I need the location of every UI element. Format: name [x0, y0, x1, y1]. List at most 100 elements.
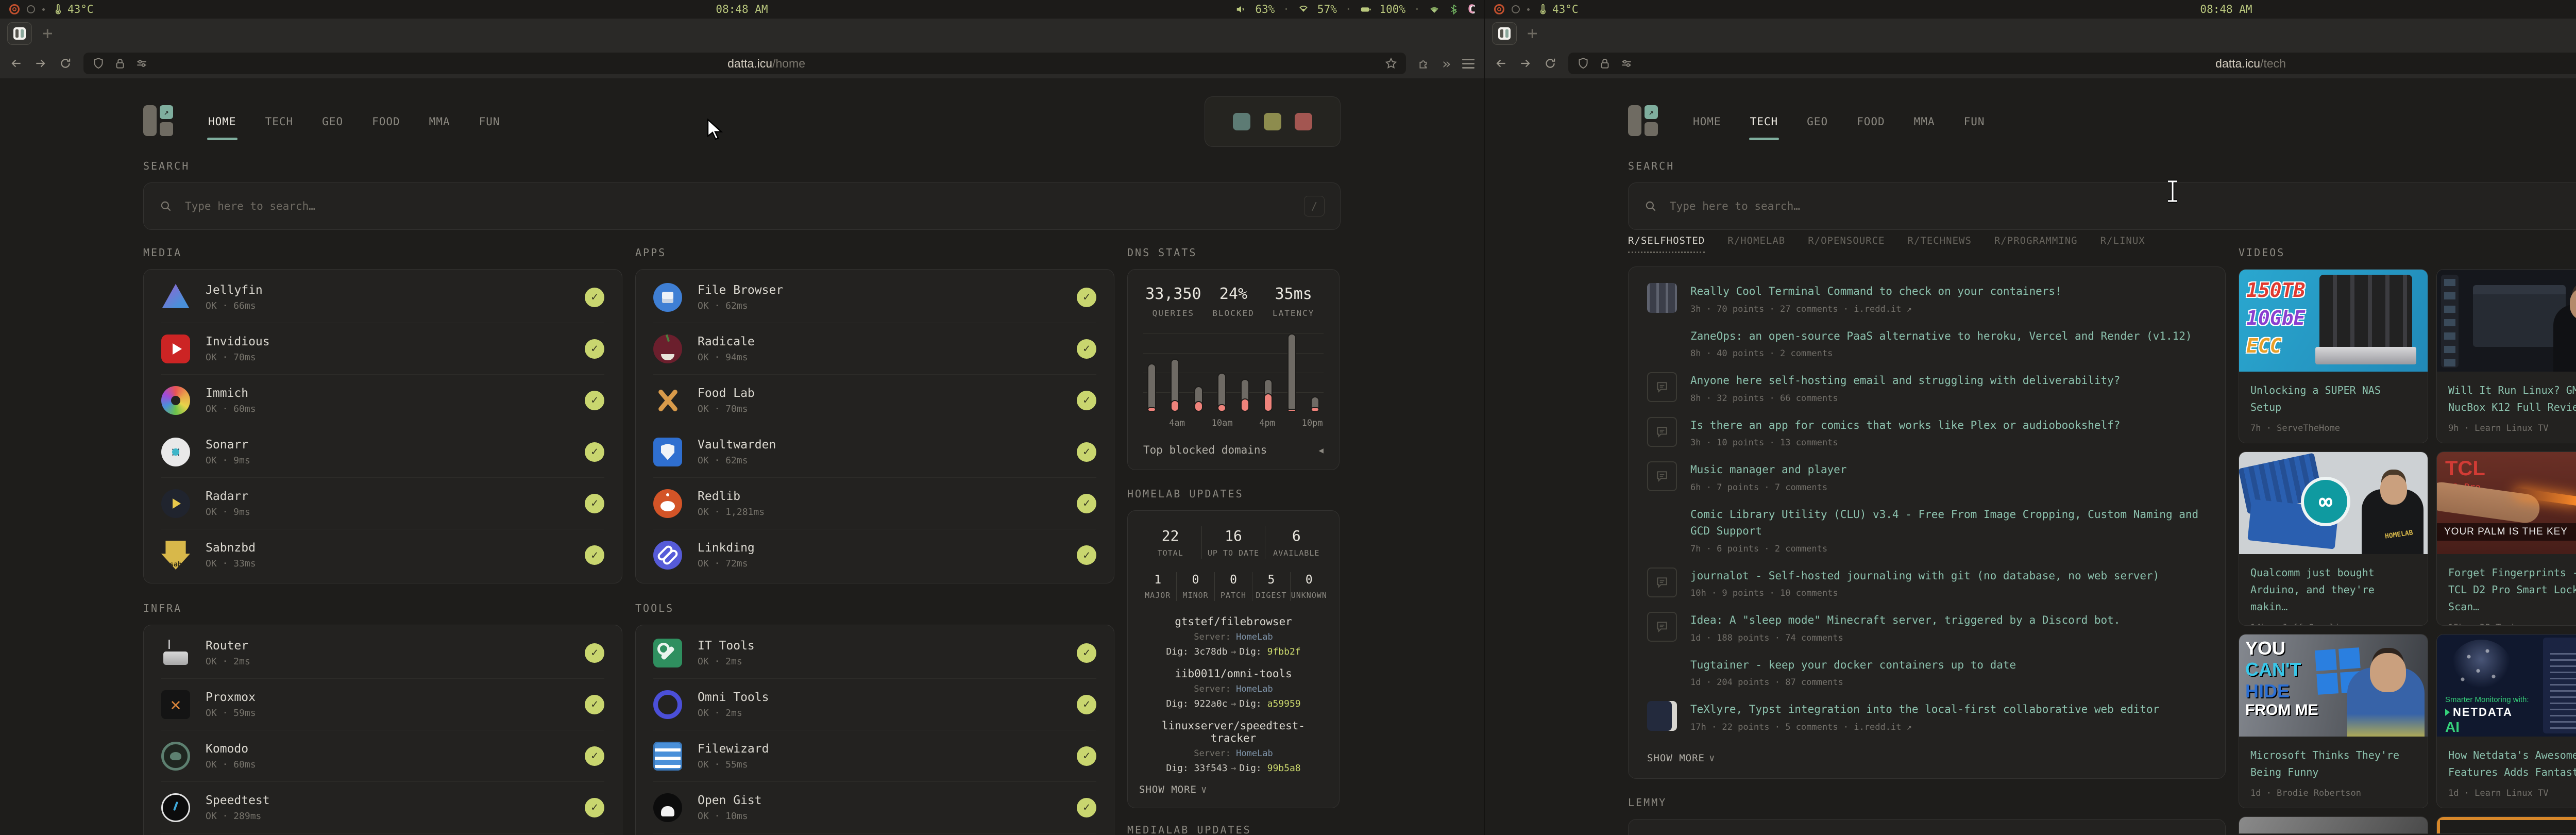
- extensions-puzzle-icon[interactable]: [1417, 57, 1431, 70]
- service-row-radarr[interactable]: RadarrOK · 9ms: [161, 478, 604, 529]
- forward-button[interactable]: [1519, 57, 1532, 70]
- service-row-sonarr[interactable]: SonarrOK · 9ms: [161, 426, 604, 478]
- service-row-omnitools[interactable]: Omni ToolsOK · 2ms: [653, 679, 1096, 730]
- permissions-sliders-icon[interactable]: [135, 57, 148, 70]
- tab-mma[interactable]: MMA: [1913, 110, 1936, 133]
- tab-home[interactable]: HOME: [1692, 110, 1722, 133]
- feed-post[interactable]: Is there an app for comics that works li…: [1647, 410, 2207, 455]
- forward-button[interactable]: [34, 57, 47, 70]
- lock-icon[interactable]: [113, 57, 127, 70]
- top-blocked-domains-toggle[interactable]: Top blocked domains ◀: [1143, 444, 1324, 456]
- reload-button[interactable]: [59, 57, 72, 70]
- feed-tab-homelab[interactable]: R/HOMELAB: [1727, 235, 1785, 253]
- post-title[interactable]: Comic Library Utility (CLU) v3.4 - Free …: [1690, 506, 2207, 540]
- video-title[interactable]: Qualcomm just bought Arduino, and they'r…: [2250, 564, 2416, 615]
- address-bar[interactable]: datta.icu/home: [83, 53, 1406, 74]
- site-logo[interactable]: ↗: [143, 105, 176, 138]
- service-row-radicale[interactable]: RadicaleOK · 94ms: [653, 323, 1096, 375]
- menu-button[interactable]: [1462, 59, 1475, 69]
- post-title[interactable]: Anyone here self-hosting email and strug…: [1690, 372, 2207, 389]
- feed-post[interactable]: Comic Library Utility (CLU) v3.4 - Free …: [1647, 499, 2207, 561]
- post-title[interactable]: Music manager and player: [1690, 461, 2207, 478]
- tab-tech[interactable]: TECH: [264, 110, 295, 133]
- feed-post[interactable]: Idea: A "sleep mode" Minecraft server, t…: [1647, 605, 2207, 650]
- video-card[interactable]: 150TB 10GbE ECC Unlocking a SUPER NAS Se…: [2239, 269, 2428, 443]
- feed-tab-programming[interactable]: R/PROGRAMMING: [1994, 235, 2078, 253]
- video-card-partial[interactable]: [2239, 816, 2428, 834]
- service-row-foodlab[interactable]: Food LabOK · 70ms: [653, 375, 1096, 426]
- post-title[interactable]: Is there an app for comics that works li…: [1690, 417, 2207, 434]
- feed-post[interactable]: Really Cool Terminal Command to check on…: [1647, 276, 2207, 321]
- new-tab-button[interactable]: +: [42, 25, 53, 42]
- feed-tab-selfhosted[interactable]: R/SELFHOSTED: [1628, 235, 1705, 253]
- service-row-vaultwarden[interactable]: VaultwardenOK · 62ms: [653, 426, 1096, 478]
- video-title[interactable]: How Netdata's Awesome AI Features Adds F…: [2448, 747, 2576, 781]
- video-title[interactable]: Will It Run Linux? GMKTec NucBox K12 Ful…: [2448, 382, 2576, 416]
- feed-post[interactable]: Anyone here self-hosting email and strug…: [1647, 365, 2207, 410]
- tab-home[interactable]: HOME: [207, 110, 238, 133]
- video-card[interactable]: YOU CAN'T HIDE FROM ME Microsoft Thinks …: [2239, 634, 2428, 808]
- back-button[interactable]: [9, 57, 23, 70]
- feed-post[interactable]: ZaneOps: an open-source PaaS alternative…: [1647, 321, 2207, 366]
- service-row-invidious[interactable]: InvidiousOK · 70ms: [161, 323, 604, 375]
- new-tab-button[interactable]: +: [1527, 25, 1537, 42]
- bookmark-star-icon[interactable]: [1384, 57, 1398, 70]
- search-box[interactable]: /: [143, 182, 1341, 230]
- feed-post[interactable]: TeXlyre, Typst integration into the loca…: [1647, 694, 2207, 739]
- shield-icon[interactable]: [92, 57, 105, 70]
- video-card-partial[interactable]: [2436, 816, 2576, 834]
- post-title[interactable]: Really Cool Terminal Command to check on…: [1690, 283, 2207, 300]
- video-card[interactable]: Smarter Monitoring with: NETDATA AI How …: [2436, 634, 2576, 808]
- homelab-show-more-button[interactable]: SHOW MORE∨: [1139, 784, 1328, 795]
- site-logo[interactable]: ↗: [1628, 105, 1661, 138]
- service-row-immich[interactable]: ImmichOK · 60ms: [161, 375, 604, 426]
- overflow-chevrons-icon[interactable]: »: [1442, 55, 1451, 72]
- video-title[interactable]: Forget Fingerprints - The TCL D2 Pro Sma…: [2448, 564, 2576, 615]
- tab-tech[interactable]: TECH: [1749, 110, 1780, 133]
- browser-tab[interactable]: [1492, 22, 1517, 45]
- post-title[interactable]: journalot - Self-hosted journaling with …: [1690, 567, 2207, 584]
- permissions-sliders-icon[interactable]: [1620, 57, 1633, 70]
- feed-post[interactable]: Tugtainer - keep your docker containers …: [1647, 650, 2207, 695]
- feed-tab-linux[interactable]: R/LINUX: [2100, 235, 2145, 253]
- post-title[interactable]: Idea: A "sleep mode" Minecraft server, t…: [1690, 612, 2207, 629]
- service-row-opengist[interactable]: Open GistOK · 10ms: [653, 782, 1096, 833]
- video-title[interactable]: Microsoft Thinks They're Being Funny: [2250, 747, 2416, 781]
- post-title[interactable]: TeXlyre, Typst integration into the loca…: [1690, 701, 2207, 718]
- service-row-router[interactable]: RouterOK · 2ms: [161, 627, 604, 679]
- browser-tab[interactable]: [7, 22, 32, 45]
- service-row-sabnzbd[interactable]: SabnzbdOK · 33ms: [161, 529, 604, 581]
- service-row-linkding[interactable]: LinkdingOK · 72ms: [653, 529, 1096, 581]
- tab-mma[interactable]: MMA: [428, 110, 451, 133]
- video-card[interactable]: ∞ HOMELAB Qualcomm just bought Arduino, …: [2239, 452, 2428, 626]
- search-input[interactable]: [1670, 200, 2576, 212]
- feed-show-more-button[interactable]: SHOW MORE∨: [1647, 739, 2207, 768]
- tab-fun[interactable]: FUN: [478, 110, 501, 133]
- search-input[interactable]: [185, 200, 1292, 212]
- video-card[interactable]: Will It Run Linux? GMKTec NucBox K12 Ful…: [2436, 269, 2576, 443]
- tab-food[interactable]: FOOD: [371, 110, 401, 133]
- tab-food[interactable]: FOOD: [1856, 110, 1886, 133]
- tab-geo[interactable]: GEO: [321, 110, 344, 133]
- feed-post[interactable]: Music manager and player6h · 7 points · …: [1647, 455, 2207, 499]
- feed-tab-technews[interactable]: R/TECHNEWS: [1908, 235, 1972, 253]
- service-row-komodo[interactable]: KomodoOK · 60ms: [161, 730, 604, 782]
- feed-tab-opensource[interactable]: R/OPENSOURCE: [1808, 235, 1885, 253]
- video-card[interactable]: TCL D2 Pro YOUR PALM IS THE KEY Forget F…: [2436, 452, 2576, 626]
- search-box[interactable]: /: [1628, 182, 2576, 230]
- tab-geo[interactable]: GEO: [1806, 110, 1829, 133]
- url-text[interactable]: datta.icu/home: [157, 57, 1376, 71]
- url-text[interactable]: datta.icu/tech: [1641, 57, 2576, 71]
- service-row-jellyfin[interactable]: JellyfinOK · 66ms: [161, 272, 604, 323]
- reload-button[interactable]: [1544, 57, 1557, 70]
- video-title[interactable]: Unlocking a SUPER NAS Setup: [2250, 382, 2416, 416]
- service-row-filebrowser[interactable]: File BrowserOK · 62ms: [653, 272, 1096, 323]
- service-row-ittools[interactable]: IT ToolsOK · 2ms: [653, 627, 1096, 679]
- post-title[interactable]: ZaneOps: an open-source PaaS alternative…: [1690, 328, 2207, 345]
- service-row-filewizard[interactable]: FilewizardOK · 55ms: [653, 730, 1096, 782]
- lock-icon[interactable]: [1598, 57, 1612, 70]
- feed-post[interactable]: journalot - Self-hosted journaling with …: [1647, 561, 2207, 606]
- shield-icon[interactable]: [1577, 57, 1590, 70]
- service-row-speedtest[interactable]: SpeedtestOK · 289ms: [161, 782, 604, 833]
- service-row-redlib[interactable]: RedlibOK · 1,281ms: [653, 478, 1096, 529]
